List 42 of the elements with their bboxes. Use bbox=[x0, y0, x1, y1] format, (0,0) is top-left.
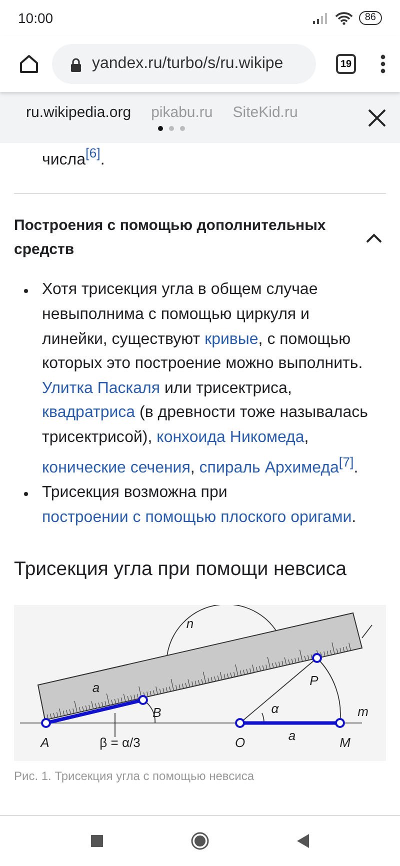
article-link[interactable]: Улитка Паскаля bbox=[42, 380, 160, 397]
article-link[interactable]: конхоида Никомеда bbox=[156, 428, 304, 446]
square-icon bbox=[91, 835, 103, 847]
diagram-label: M bbox=[340, 734, 350, 750]
back-icon bbox=[297, 834, 309, 848]
lock-icon bbox=[70, 56, 82, 72]
chevron-up-icon bbox=[366, 233, 382, 244]
article-link[interactable]: построении с bbox=[42, 509, 146, 526]
article-link[interactable]: конические сечения bbox=[42, 460, 190, 477]
diagram-label: m bbox=[358, 704, 368, 719]
address-field[interactable]: yandex.ru/turbo/s/ru.wikipe bbox=[52, 44, 316, 84]
figure-caption: Рис. 1. Трисекция угла с помощью невсиса bbox=[14, 768, 256, 783]
home-icon bbox=[18, 53, 40, 75]
section-title: Построения с помощью дополнительных средств bbox=[14, 216, 327, 260]
bullet-icon bbox=[24, 289, 28, 294]
diagram-label: α bbox=[271, 700, 279, 716]
bullet-text: Трисекция возможна при построении с помощью плоского оригами. bbox=[42, 483, 358, 528]
site-tab[interactable]: ru.wikipedia.org bbox=[26, 104, 132, 121]
article-link[interactable]: помощью плоского оригами bbox=[145, 509, 352, 526]
diagram-label: O bbox=[234, 734, 246, 750]
status-time: 10:00 bbox=[18, 10, 54, 26]
diagram-label: a bbox=[92, 680, 100, 695]
article-link[interactable]: кривые bbox=[204, 330, 258, 348]
wifi-icon bbox=[334, 12, 353, 24]
section-heading: Трисекция угла при помощи невсиса bbox=[14, 556, 348, 582]
more-icon bbox=[380, 54, 386, 74]
diagram-label: β = α/3 bbox=[100, 734, 140, 750]
diagram-label: B bbox=[152, 704, 162, 720]
paragraph-text: числа$^{[6]}$. bbox=[42, 145, 106, 170]
article-link[interactable]: спираль Архимеда bbox=[199, 460, 339, 477]
diagram-label: P bbox=[310, 672, 318, 688]
bullet-text: Хотя трисекция угла в общем случае невыполнима с помощью циркуля и линейки, существуют кривые, с помощью которых это построение можно выполнить. Улитка Паскаля или трисектриса, квадратриса (в древности тоже называлась трисектрисой), конхоида Никомеда, конические сечения, спираль Архимеда$^{[7]}$. bbox=[42, 280, 369, 479]
diagram-label: a bbox=[288, 728, 296, 743]
close-icon bbox=[368, 108, 386, 126]
tab-count-button[interactable]: 19 bbox=[336, 54, 356, 74]
bullet-icon bbox=[24, 492, 28, 496]
diagram-label: n bbox=[186, 616, 194, 631]
diagram-label: A bbox=[40, 734, 50, 750]
article-link[interactable]: квадратриса bbox=[42, 404, 136, 422]
battery-indicator: 86 bbox=[358, 11, 382, 25]
signal-icon bbox=[312, 12, 329, 24]
circle-icon bbox=[191, 832, 209, 850]
